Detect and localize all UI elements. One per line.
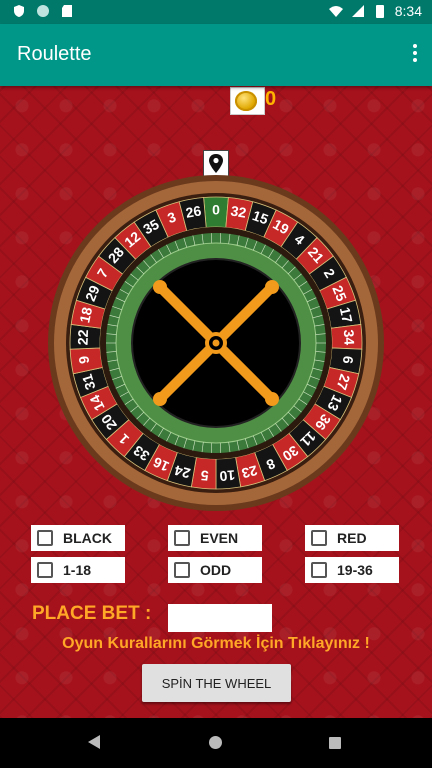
- signal-icon: [351, 5, 364, 17]
- bet-black-checkbox[interactable]: [37, 530, 53, 546]
- pocket-label-22: 22: [74, 329, 91, 345]
- bet-red-label: RED: [337, 530, 367, 546]
- pocket-label-10: 10: [219, 467, 236, 484]
- bet-19-36[interactable]: 19-36: [305, 557, 399, 583]
- nav-bar: [0, 718, 432, 768]
- bet-black[interactable]: BLACK: [31, 525, 125, 551]
- bet-red[interactable]: RED: [305, 525, 399, 551]
- bet-amount-input[interactable]: [168, 604, 272, 632]
- rules-link[interactable]: Oyun Kurallarını Görmek İçin Tıklayınız …: [0, 635, 432, 653]
- turret-center-dot: [212, 339, 220, 347]
- turret-knob: [265, 392, 279, 406]
- game-area: 0 0 32 15 19 4 21 2 25 17 34 6 27 13 36 11 30 8 23 10 5 24 16…: [0, 86, 432, 718]
- bet-1-18-label: 1-18: [63, 562, 92, 578]
- wifi-icon: [328, 6, 343, 17]
- bet-1-18[interactable]: 1-18: [31, 557, 125, 583]
- coin-badge: [230, 87, 265, 115]
- turret-knob: [153, 392, 167, 406]
- app-title: Roulette: [17, 43, 92, 65]
- shield-icon: [14, 5, 24, 17]
- pocket-label-34: 34: [341, 329, 358, 345]
- bet-odd[interactable]: ODD: [168, 557, 262, 583]
- spin-button[interactable]: SPİN THE WHEEL: [142, 664, 291, 702]
- circle-icon: [37, 5, 49, 17]
- bet-19-36-label: 19-36: [337, 562, 373, 578]
- bet-odd-checkbox[interactable]: [174, 562, 190, 578]
- clock: 8:34: [394, 3, 422, 19]
- back-icon[interactable]: [88, 735, 100, 749]
- place-bet-label: PLACE BET :: [32, 603, 152, 624]
- coin-icon: [235, 91, 257, 111]
- bet-black-label: BLACK: [63, 530, 112, 546]
- bet-19-36-checkbox[interactable]: [311, 562, 327, 578]
- turret-knob: [265, 280, 279, 294]
- status-bar: 8:34: [0, 0, 432, 24]
- home-icon[interactable]: [209, 736, 222, 749]
- pocket-label-26: 26: [184, 202, 202, 220]
- pocket-label-32: 32: [229, 202, 247, 220]
- bet-odd-label: ODD: [200, 562, 232, 578]
- bet-even-label: EVEN: [200, 530, 239, 546]
- more-vert-icon[interactable]: [412, 44, 418, 66]
- bet-red-checkbox[interactable]: [311, 530, 327, 546]
- bet-even-checkbox[interactable]: [174, 530, 190, 546]
- pocket-label-5: 5: [200, 467, 209, 484]
- coin-balance: 0: [265, 88, 277, 110]
- bet-even[interactable]: EVEN: [168, 525, 262, 551]
- roulette-wheel[interactable]: 0 32 15 19421225173462713361130823105241633…: [47, 174, 385, 512]
- app-bar: Roulette: [0, 24, 432, 86]
- recents-icon[interactable]: [329, 737, 341, 749]
- bet-1-18-checkbox[interactable]: [37, 562, 53, 578]
- sd-card-icon: [62, 5, 72, 17]
- turret-knob: [153, 280, 167, 294]
- pocket-label-0: 0: [212, 202, 220, 218]
- battery-icon: [375, 5, 384, 18]
